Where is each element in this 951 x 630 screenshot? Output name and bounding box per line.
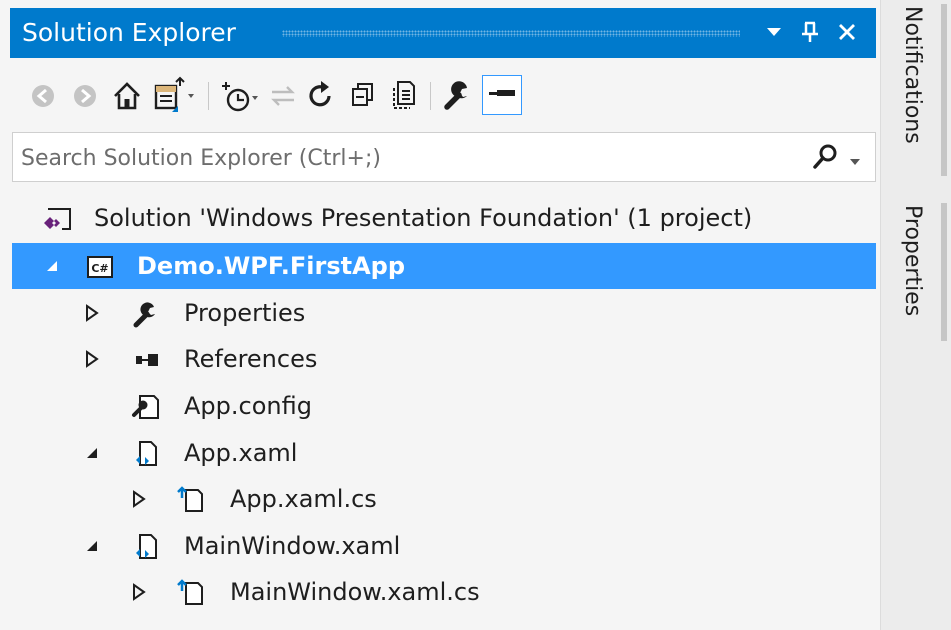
csharp-project-icon: C#	[84, 251, 116, 283]
collapsed-arrow-icon[interactable]	[82, 303, 102, 323]
tree-item-mainwindow-xaml[interactable]: MainWindow.xaml	[12, 523, 876, 569]
xaml-file-icon	[130, 438, 162, 470]
toolbar-separator	[430, 82, 431, 110]
tree-item-label: App.xaml.cs	[230, 485, 377, 513]
switch-views-icon[interactable]	[150, 76, 196, 116]
csharp-file-icon	[176, 577, 208, 609]
tree-item-project[interactable]: C# Demo.WPF.FirstApp	[12, 243, 876, 289]
show-all-files-icon[interactable]	[386, 76, 424, 116]
search-input[interactable]	[19, 141, 783, 175]
drag-grip[interactable]	[282, 30, 740, 37]
config-file-icon	[130, 391, 162, 423]
tree-item-app-xaml[interactable]: App.xaml	[12, 430, 876, 476]
search-box[interactable]	[12, 132, 876, 182]
tree-item-solution[interactable]: Solution 'Windows Presentation Foundatio…	[12, 195, 876, 241]
tree-item-label: App.config	[184, 392, 312, 420]
tree-item-label: References	[184, 345, 318, 373]
forward-icon[interactable]	[66, 76, 104, 116]
properties-wrench-icon[interactable]	[438, 76, 476, 116]
dropdown-arrow-icon[interactable]	[757, 15, 791, 49]
tree-item-label: Properties	[184, 299, 306, 327]
tree-item-label: App.xaml	[184, 439, 298, 467]
tree-item-label: MainWindow.xaml	[184, 532, 401, 560]
collapsed-arrow-icon[interactable]	[129, 489, 149, 509]
tab-notifications[interactable]: Notifications	[897, 6, 927, 144]
refresh-icon[interactable]	[302, 76, 340, 116]
search-icon[interactable]	[811, 142, 841, 176]
tab-indicator	[941, 4, 947, 176]
solution-explorer-panel: Solution Explorer Search Solution Explor…	[0, 0, 880, 630]
close-icon[interactable]	[830, 15, 864, 49]
back-icon[interactable]	[24, 76, 62, 116]
tab-indicator	[941, 203, 947, 341]
title-bar[interactable]: Solution Explorer	[10, 8, 876, 58]
svg-text:C#: C#	[91, 262, 108, 275]
preview-selected-items-icon[interactable]	[482, 75, 522, 115]
tree-item-app-config[interactable]: App.config	[12, 383, 876, 429]
tree-item-app-xaml-cs[interactable]: App.xaml.cs	[12, 476, 876, 522]
pending-changes-filter-icon[interactable]	[218, 76, 260, 116]
references-icon	[130, 344, 162, 376]
tree-item-label: Solution 'Windows Presentation Foundatio…	[94, 204, 753, 232]
solution-icon	[42, 203, 74, 235]
tree-item-properties[interactable]: Properties	[12, 290, 876, 336]
expanded-arrow-icon[interactable]	[42, 256, 62, 276]
search-options-dropdown-icon[interactable]	[849, 152, 861, 171]
expanded-arrow-icon[interactable]	[82, 536, 102, 556]
pin-icon[interactable]	[793, 15, 827, 49]
tab-properties[interactable]: Properties	[897, 205, 927, 316]
toolbar-separator	[208, 82, 209, 110]
expanded-arrow-icon[interactable]	[82, 443, 102, 463]
csharp-file-icon	[176, 484, 208, 516]
side-tab-strip: Notifications Properties	[880, 0, 951, 630]
xaml-file-icon	[130, 531, 162, 563]
collapsed-arrow-icon[interactable]	[129, 582, 149, 602]
tree-item-mainwindow-xaml-cs[interactable]: MainWindow.xaml.cs	[12, 569, 876, 615]
tree-item-label: Demo.WPF.FirstApp	[137, 252, 406, 280]
panel-title: Solution Explorer	[22, 18, 236, 47]
tree-item-label: MainWindow.xaml.cs	[230, 578, 480, 606]
sync-with-active-document-icon[interactable]	[264, 76, 302, 116]
collapsed-arrow-icon[interactable]	[82, 349, 102, 369]
collapse-all-icon[interactable]	[344, 76, 382, 116]
tree-item-references[interactable]: References	[12, 336, 876, 382]
home-icon[interactable]	[108, 76, 146, 116]
wrench-icon	[130, 298, 162, 330]
toolbar	[10, 68, 876, 124]
